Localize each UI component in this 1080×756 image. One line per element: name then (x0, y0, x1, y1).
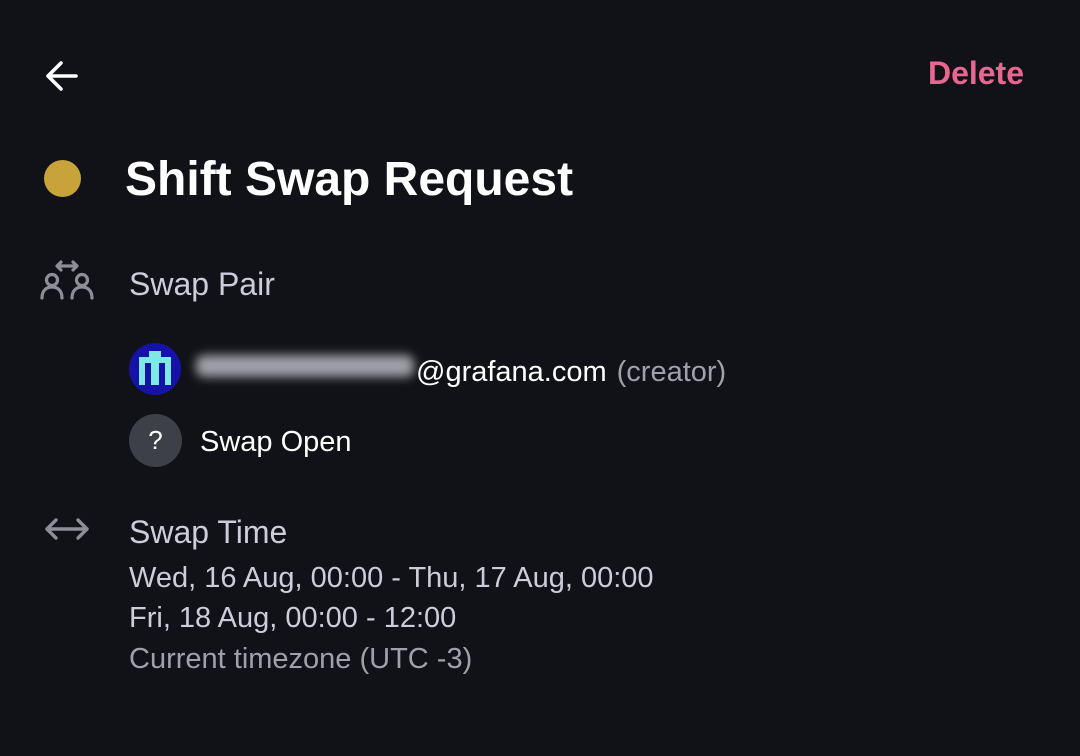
arrows-horizontal-icon (45, 518, 89, 540)
user-avatar (129, 343, 181, 395)
delete-button[interactable]: Delete (928, 55, 1024, 92)
swap-time-range-1: Wed, 16 Aug, 00:00 - Thu, 17 Aug, 00:00 (129, 562, 654, 594)
redacted-username (196, 355, 414, 377)
creator-email-row: @grafana.com (creator) (196, 352, 726, 392)
creator-email-domain: @grafana.com (416, 356, 607, 388)
swap-pair-label: Swap Pair (129, 266, 275, 302)
status-indicator (44, 160, 81, 197)
question-mark-icon: ? (129, 414, 182, 467)
users-swap-icon (40, 260, 94, 300)
page-title: Shift Swap Request (125, 153, 574, 206)
creator-role-tag: (creator) (616, 356, 727, 388)
swap-time-label: Swap Time (129, 514, 288, 550)
swap-time-range-2: Fri, 18 Aug, 00:00 - 12:00 (129, 602, 457, 634)
timezone-note: Current timezone (UTC -3) (129, 643, 473, 675)
swap-open-label: Swap Open (200, 426, 352, 458)
arrow-left-icon (46, 61, 78, 91)
back-button[interactable] (36, 50, 88, 102)
